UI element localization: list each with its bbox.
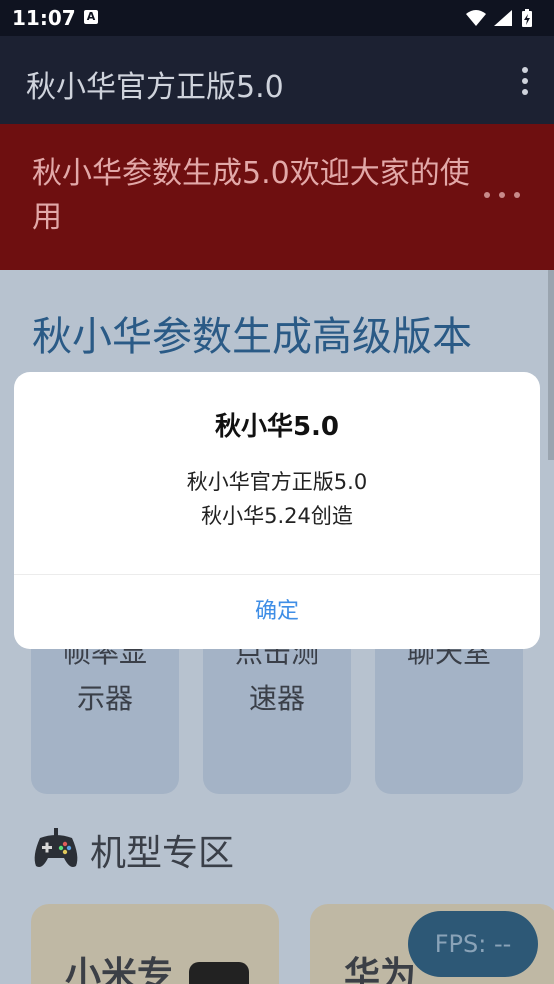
more-vert-icon[interactable] [520, 66, 530, 96]
app-bar: 秋小华官方正版5.0 [0, 36, 554, 124]
status-time: 11:07 [12, 6, 76, 30]
tool-label-line2: 示器 [76, 682, 133, 715]
confirm-button[interactable]: 确定 [14, 575, 540, 649]
dialog-message-line2: 秋小华5.24创造 [201, 504, 353, 528]
banner-text: 秋小华参数生成5.0欢迎大家的使用 [32, 156, 470, 235]
fps-overlay[interactable]: FPS: -- [408, 911, 538, 977]
device-section-title: 机型专区 [90, 833, 235, 874]
device-card-xiaomi[interactable]: 小米专 [31, 904, 279, 984]
scrollbar[interactable] [548, 270, 554, 460]
device-card-label: 小米专 [65, 955, 174, 984]
device-card-icon [189, 962, 249, 984]
signal-icon [494, 10, 512, 26]
device-card-label: 华为 [344, 955, 417, 984]
tool-label-line2: 速器 [248, 682, 305, 715]
welcome-banner: 秋小华参数生成5.0欢迎大家的使用 [0, 124, 554, 270]
dialog-title: 秋小华5.0 [214, 412, 340, 442]
dialog-message-line1: 秋小华官方正版5.0 [186, 470, 368, 494]
status-bar: 11:07 A [0, 0, 554, 36]
app-title: 秋小华官方正版5.0 [26, 70, 284, 105]
gamepad-icon [34, 828, 78, 867]
more-horiz-icon[interactable] [482, 190, 522, 200]
notification-icon: A [84, 10, 98, 24]
status-icons [466, 9, 532, 27]
wifi-icon [466, 10, 486, 26]
info-dialog: 秋小华5.0 秋小华官方正版5.0 秋小华5.24创造 确定 [14, 372, 540, 649]
battery-icon [522, 9, 532, 27]
section-title: 秋小华参数生成高级版本 [32, 314, 472, 360]
